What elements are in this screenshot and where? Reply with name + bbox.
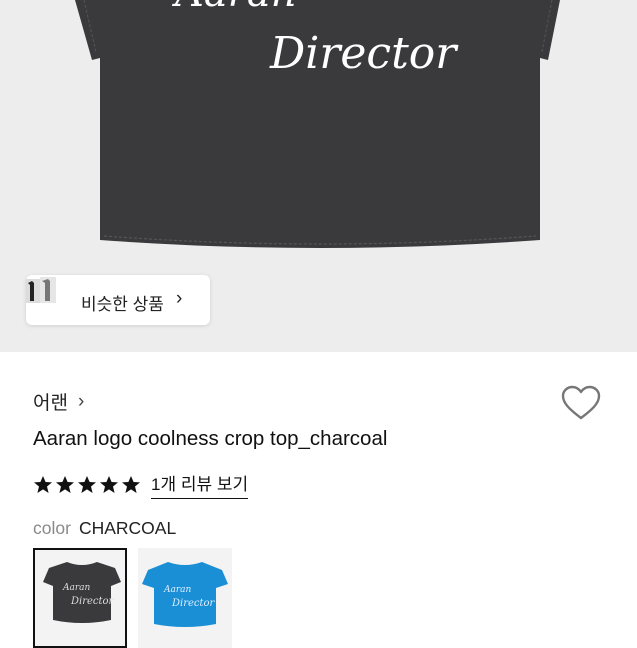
star-icon <box>34 475 52 493</box>
swatch-print-line2: Director <box>171 598 216 609</box>
color-selector-label: color CHARCOAL <box>33 518 176 539</box>
swatch-print-line1: Aaran <box>163 585 192 595</box>
view-reviews-link[interactable]: 1개 리뷰 보기 <box>151 470 249 499</box>
star-icon <box>78 475 96 493</box>
color-swatch-charcoal[interactable]: Aaran Director <box>33 548 127 648</box>
heart-icon[interactable] <box>561 385 601 421</box>
print-partial-text: Aaran <box>171 0 296 16</box>
swatch-print-line1: Aaran <box>62 583 91 593</box>
similar-products-label: 비슷한 상품 <box>81 295 164 314</box>
chevron-right-icon: › <box>77 390 85 412</box>
blue-tshirt-thumbnail: Aaran Director <box>142 562 228 627</box>
product-title: Aaran logo coolness crop top_charcoal <box>33 427 388 450</box>
color-label: color <box>33 518 71 538</box>
charcoal-tshirt-thumbnail: Aaran Director <box>43 562 121 623</box>
similar-thumbnails-icon <box>26 277 56 303</box>
print-text: Director <box>269 28 459 79</box>
swatch-print-line2: Director <box>70 596 115 607</box>
brand-name: 어랜 <box>33 393 68 414</box>
chevron-right-icon: › <box>176 288 183 309</box>
similar-products-button[interactable]: 비슷한 상품 › <box>26 275 210 325</box>
product-hero-image[interactable]: Aaran Director 비슷한 상품 › <box>0 0 637 352</box>
color-swatch-blue[interactable]: Aaran Director <box>138 548 232 648</box>
color-value: CHARCOAL <box>78 518 177 538</box>
star-icon <box>56 475 74 493</box>
star-icon <box>100 475 118 493</box>
brand-link[interactable]: 어랜 › <box>33 388 84 415</box>
star-icon <box>122 475 140 493</box>
star-rating <box>33 475 141 495</box>
rating-row: 1개 리뷰 보기 <box>33 470 249 499</box>
